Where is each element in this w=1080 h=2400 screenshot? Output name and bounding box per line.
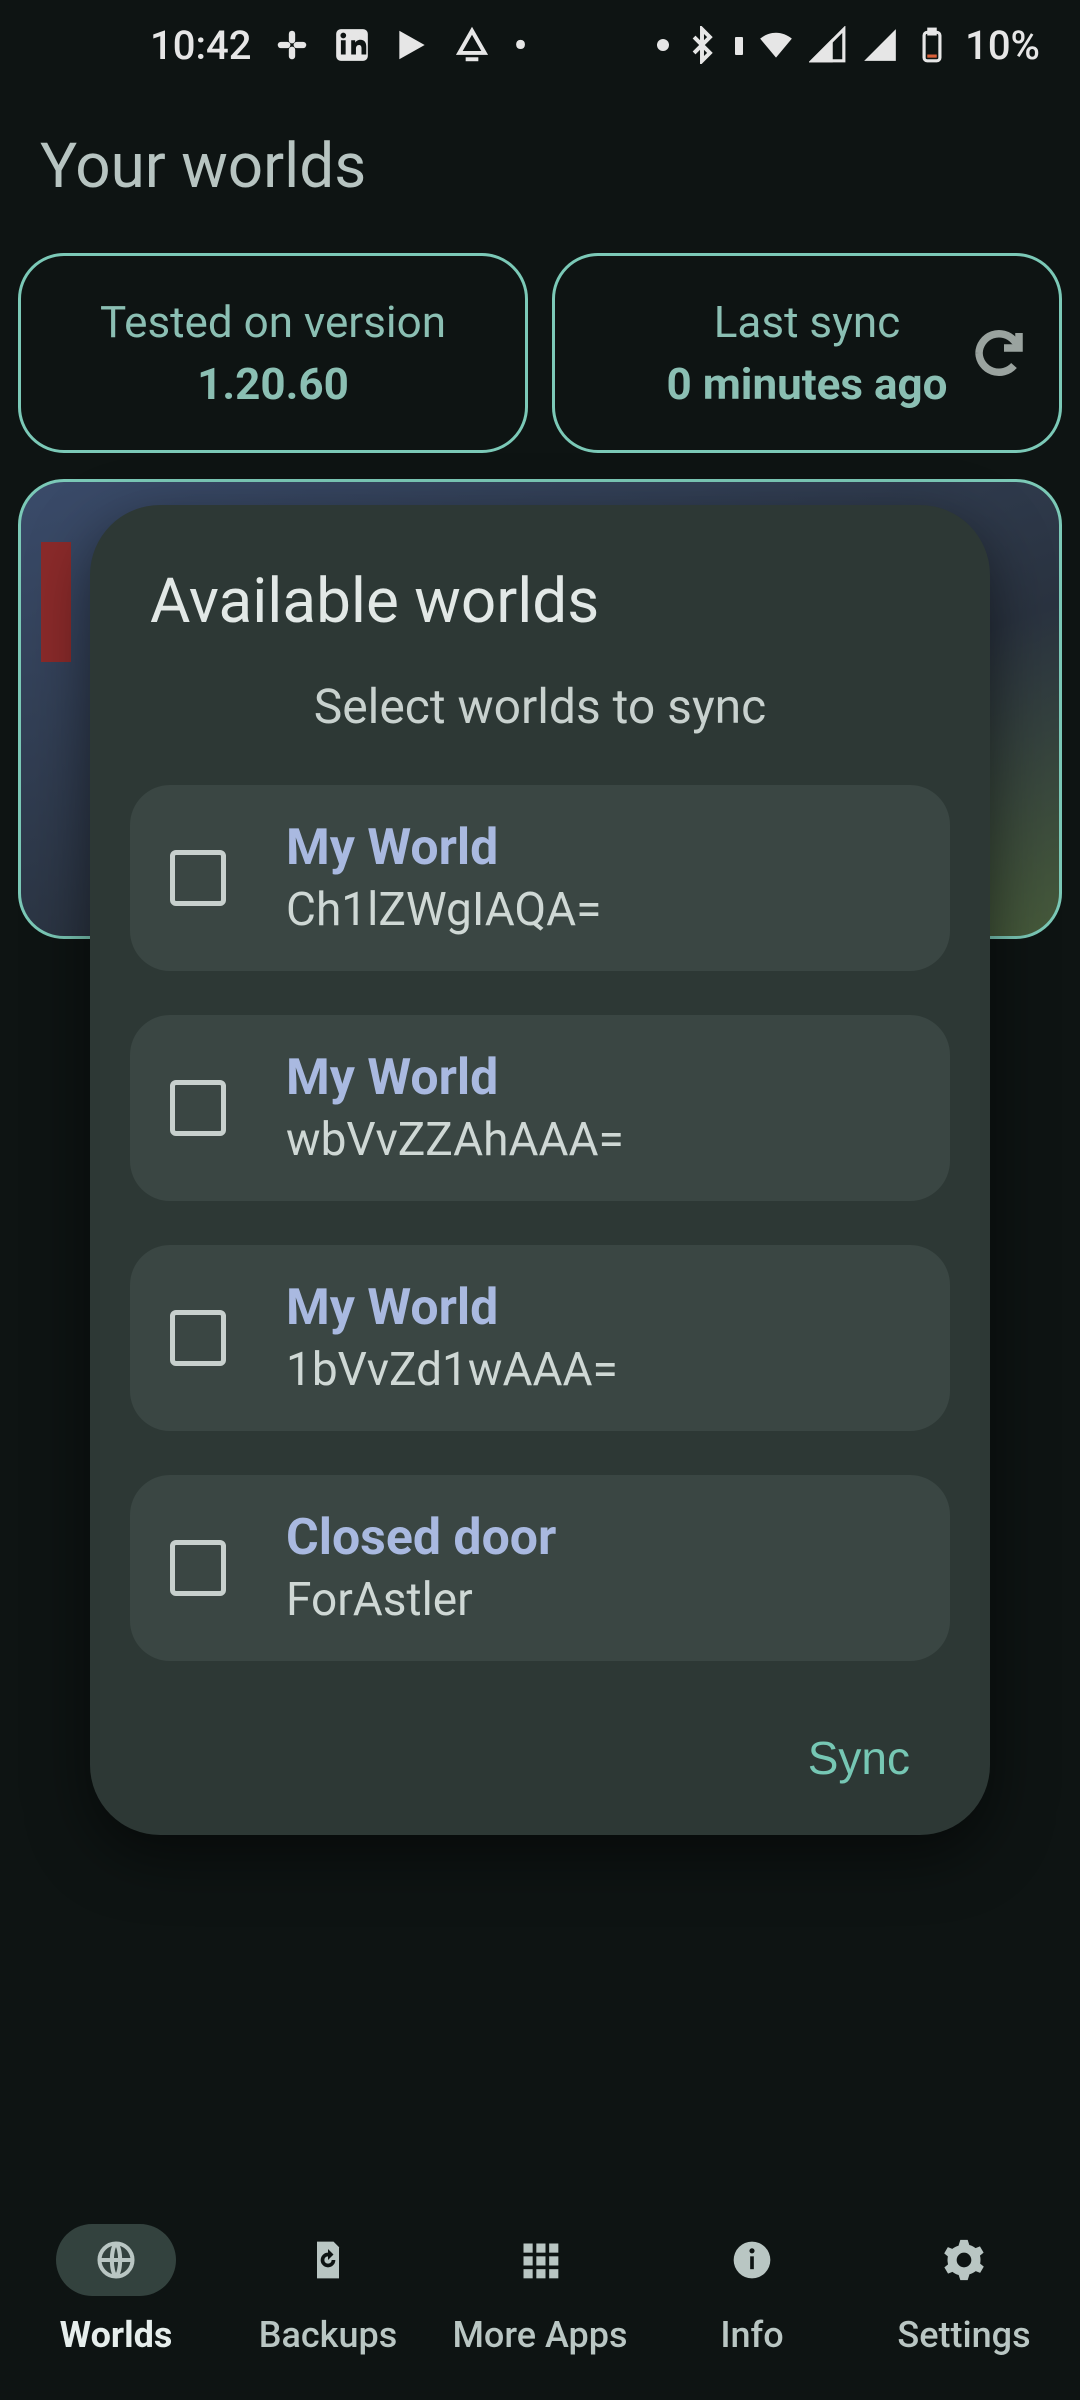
nav-settings[interactable]: Settings: [858, 2224, 1070, 2356]
world-id: ForAstler: [286, 1573, 556, 1627]
world-checkbox[interactable]: [170, 1080, 226, 1136]
grid-icon: [480, 2224, 600, 2296]
world-name: My World: [286, 1049, 624, 1107]
bottom-nav: Worlds Backups More Apps Info Settings: [0, 2200, 1080, 2400]
world-name: Closed door: [286, 1509, 556, 1567]
available-worlds-dialog: Available worlds Select worlds to sync M…: [90, 505, 990, 1835]
world-id: wbVvZZAhAAA=: [286, 1113, 624, 1167]
world-checkbox[interactable]: [170, 1310, 226, 1366]
nav-label: Info: [720, 2314, 783, 2356]
nav-label: More Apps: [452, 2314, 627, 2356]
world-item[interactable]: Closed door ForAstler: [130, 1475, 950, 1661]
dialog-title: Available worlds: [150, 565, 930, 638]
world-item[interactable]: My World wbVvZZAhAAA=: [130, 1015, 950, 1201]
nav-info[interactable]: Info: [646, 2224, 858, 2356]
nav-label: Worlds: [60, 2314, 173, 2356]
nav-worlds[interactable]: Worlds: [10, 2224, 222, 2356]
world-item[interactable]: My World Ch1lZWgIAQA=: [130, 785, 950, 971]
globe-icon: [56, 2224, 176, 2296]
nav-label: Backups: [259, 2314, 397, 2356]
world-checkbox[interactable]: [170, 1540, 226, 1596]
world-name: My World: [286, 819, 601, 877]
world-list: My World Ch1lZWgIAQA= My World wbVvZZAhA…: [130, 785, 950, 1661]
dialog-actions: Sync: [130, 1731, 950, 1785]
world-checkbox[interactable]: [170, 850, 226, 906]
world-id: 1bVvZd1wAAA=: [286, 1343, 618, 1397]
world-item[interactable]: My World 1bVvZd1wAAA=: [130, 1245, 950, 1431]
gear-icon: [904, 2224, 1024, 2296]
nav-more-apps[interactable]: More Apps: [434, 2224, 646, 2356]
nav-label: Settings: [897, 2314, 1030, 2356]
world-name: My World: [286, 1279, 618, 1337]
nav-backups[interactable]: Backups: [222, 2224, 434, 2356]
world-id: Ch1lZWgIAQA=: [286, 883, 601, 937]
dialog-subtitle: Select worlds to sync: [130, 678, 950, 735]
info-icon: [692, 2224, 812, 2296]
file-restore-icon: [268, 2224, 388, 2296]
sync-button[interactable]: Sync: [808, 1731, 910, 1785]
